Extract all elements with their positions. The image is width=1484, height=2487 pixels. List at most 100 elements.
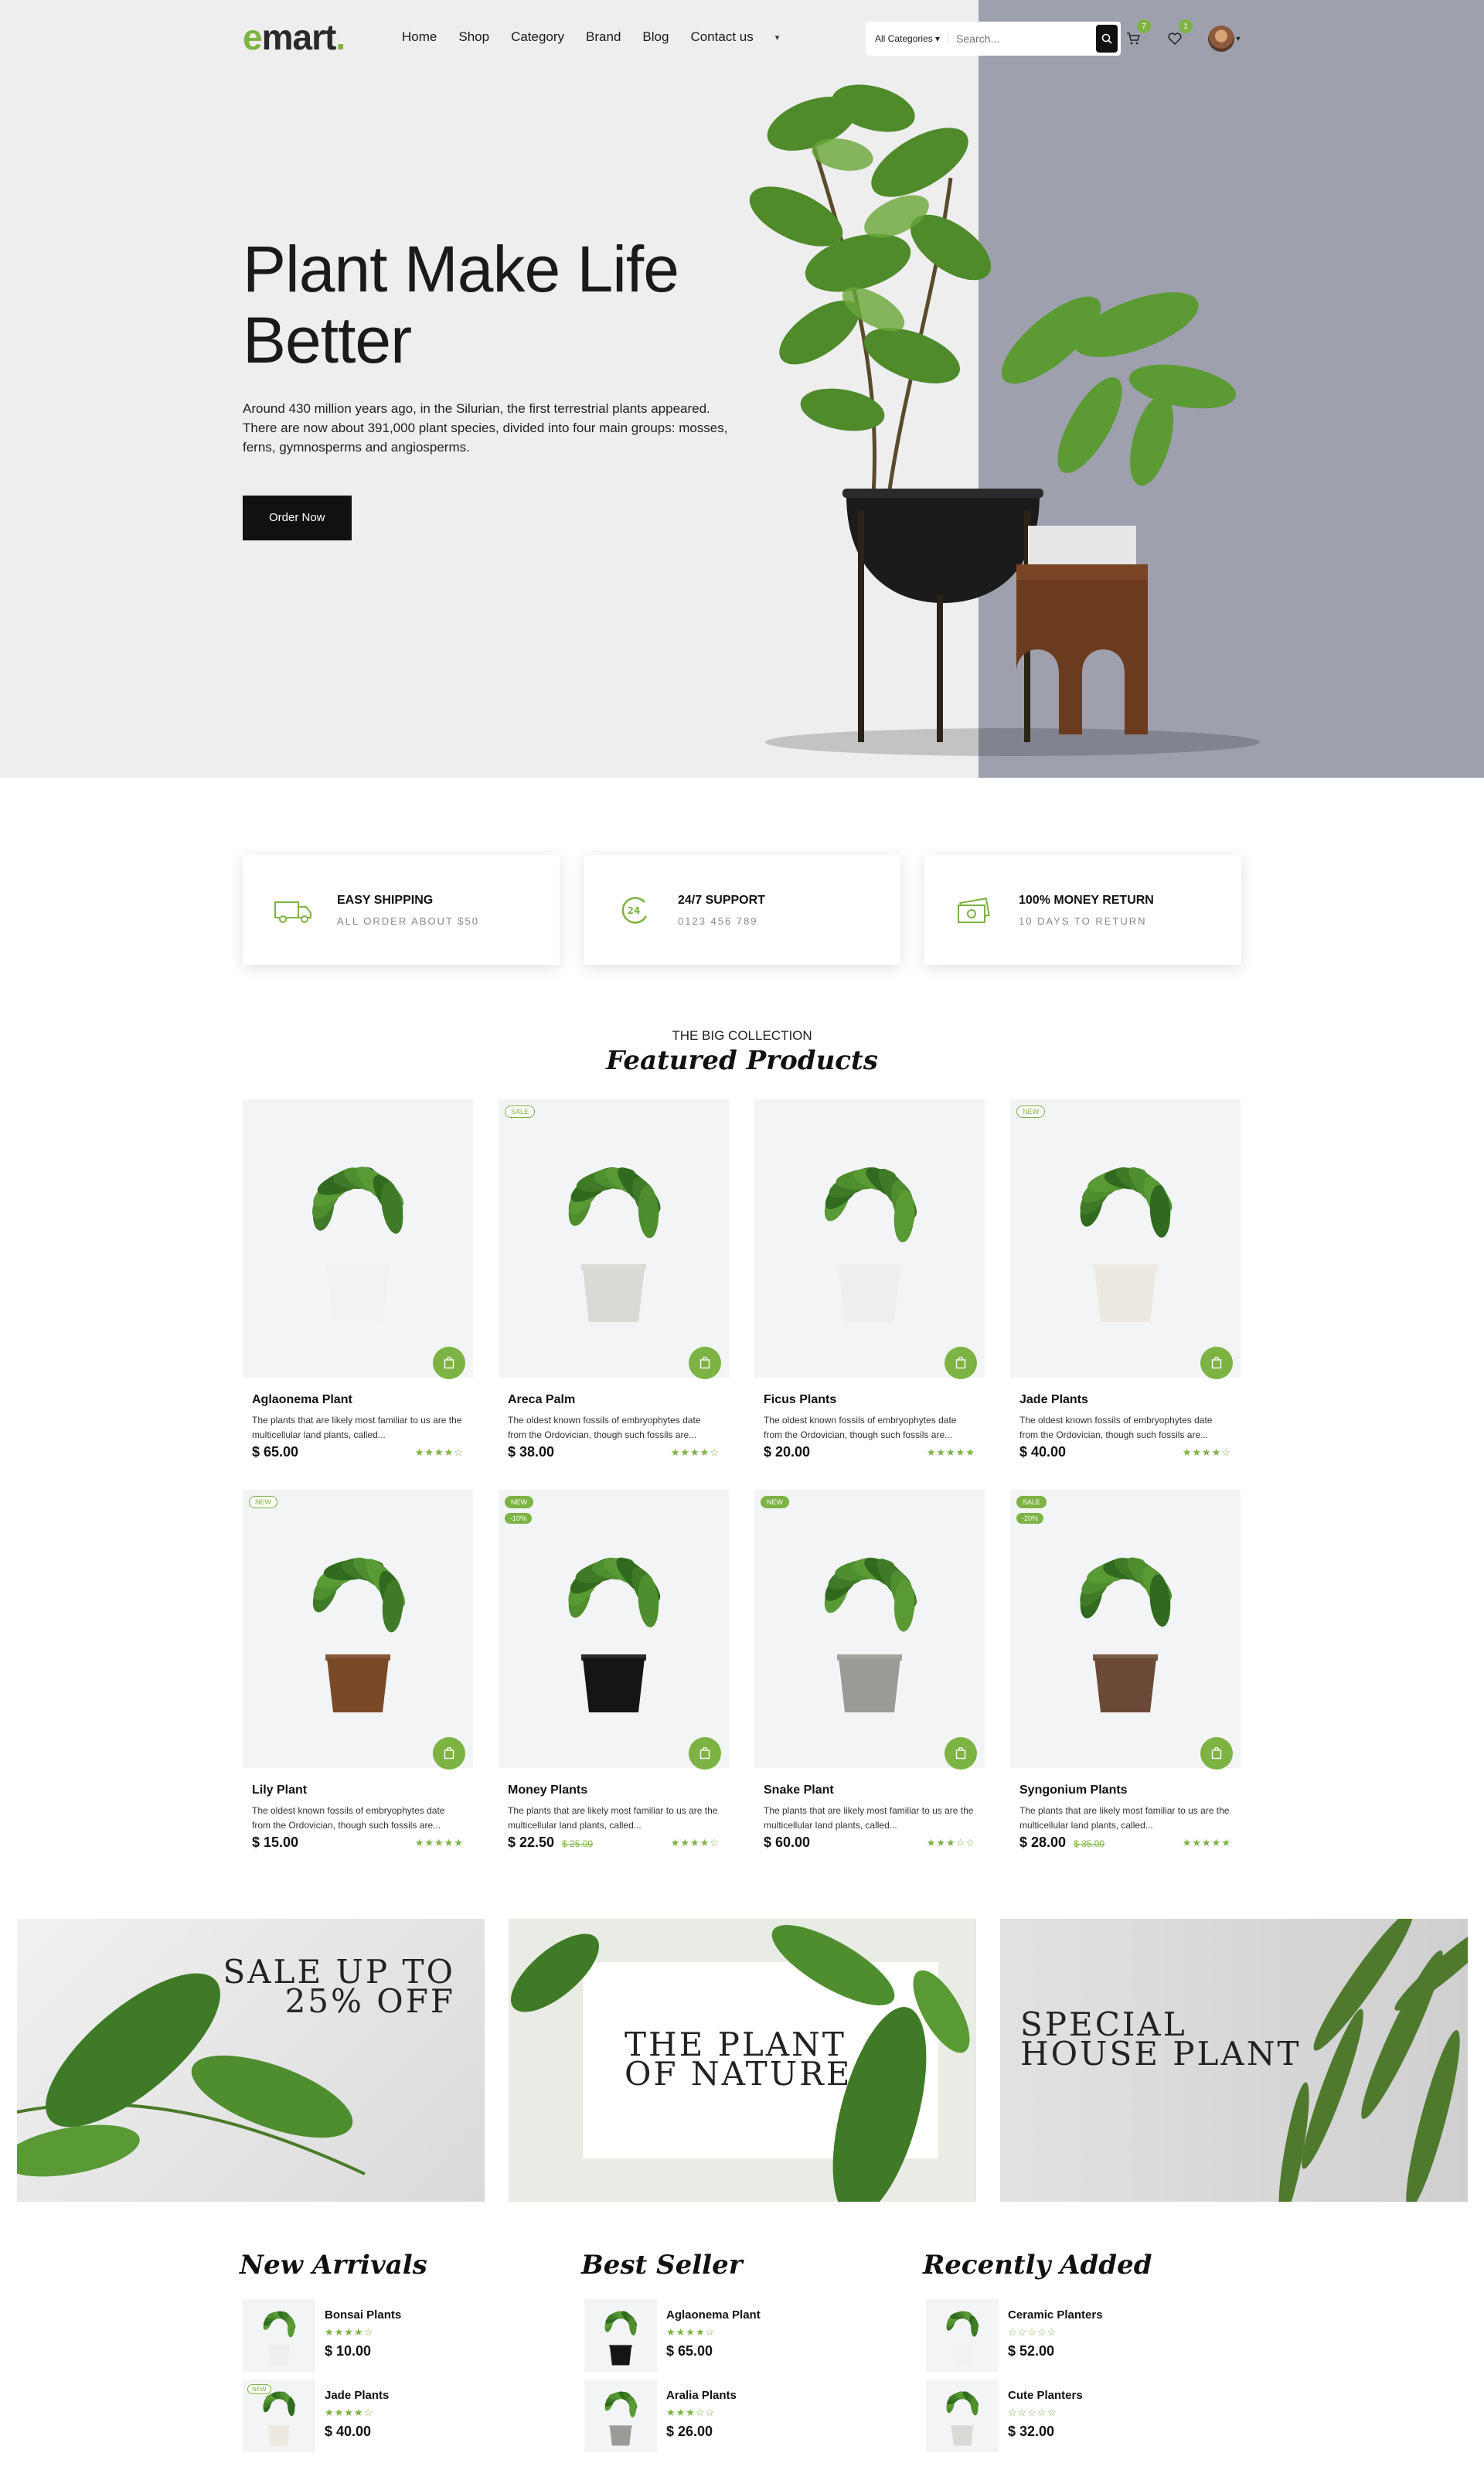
- rating-stars: ★★★★☆: [666, 2326, 716, 2338]
- list-item[interactable]: Ceramic Planters ☆☆☆☆☆ $ 52.00: [926, 2299, 1268, 2380]
- product-image[interactable]: NEW: [754, 1490, 985, 1770]
- nav-home[interactable]: Home: [402, 29, 437, 45]
- add-to-cart-button[interactable]: [945, 1737, 977, 1770]
- list-item-name[interactable]: Jade Plants: [325, 2389, 389, 2402]
- product-name[interactable]: Jade Plants: [1019, 1393, 1231, 1407]
- list-item[interactable]: Cute Planters ☆☆☆☆☆ $ 32.00: [926, 2380, 1268, 2460]
- wishlist-button[interactable]: 1: [1163, 19, 1193, 50]
- list-item-name[interactable]: Ceramic Planters: [1008, 2308, 1103, 2322]
- feature-support: 24 24/7 SUPPORT 0123 456 789: [584, 855, 900, 965]
- add-to-cart-button[interactable]: [433, 1737, 465, 1770]
- hero-plants-image: [749, 84, 1260, 756]
- product-image[interactable]: NEW: [243, 1490, 473, 1770]
- feature-subtitle: ALL ORDER ABOUT $50: [337, 915, 479, 927]
- product-image[interactable]: SALE: [499, 1099, 729, 1379]
- nav-blog[interactable]: Blog: [642, 29, 669, 45]
- banner-nature[interactable]: The plant of Nature: [509, 1919, 976, 2202]
- product-image[interactable]: NEW: [1010, 1099, 1241, 1379]
- list-item[interactable]: Aralia Plants ★★★☆☆ $ 26.00: [584, 2380, 926, 2460]
- product-card[interactable]: NEW Snake Plant The plants that are like…: [754, 1490, 985, 1880]
- nav-shop[interactable]: Shop: [458, 29, 489, 45]
- product-price: $ 15.00: [252, 1835, 298, 1851]
- plant-image: [252, 2301, 306, 2371]
- rating-stars: ★★★☆☆: [666, 2407, 716, 2418]
- product-name[interactable]: Aglaonema Plant: [252, 1393, 464, 1407]
- rating-stars: ★★★★★: [414, 1836, 464, 1848]
- search-button[interactable]: [1096, 25, 1118, 53]
- product-name[interactable]: Money Plants: [508, 1783, 720, 1797]
- banner-sale-text: Sale up to 25% Off: [223, 1956, 455, 2018]
- nav-brand[interactable]: Brand: [586, 29, 621, 45]
- nav-contact[interactable]: Contact us: [690, 29, 753, 45]
- list-item-thumb[interactable]: [584, 2299, 657, 2372]
- product-card[interactable]: Aglaonema Plant The plants that are like…: [243, 1099, 473, 1490]
- product-image[interactable]: NEW -10%: [499, 1490, 729, 1770]
- product-name[interactable]: Areca Palm: [508, 1393, 720, 1407]
- featured-title: Featured Products: [606, 1045, 878, 1076]
- product-image[interactable]: [243, 1099, 473, 1379]
- list-item-name[interactable]: Bonsai Plants: [325, 2308, 401, 2322]
- list-item[interactable]: Aglaonema Plant ★★★★☆ $ 65.00: [584, 2299, 926, 2380]
- banner-house-plant[interactable]: Special House Plant: [1000, 1919, 1468, 2202]
- add-to-cart-button[interactable]: [1200, 1737, 1233, 1770]
- product-name[interactable]: Lily Plant: [252, 1783, 464, 1797]
- product-lists: New Arrivals Bonsai Plants ★★★★☆ $ 10.00…: [240, 2250, 1268, 2460]
- list-item-name[interactable]: Cute Planters: [1008, 2389, 1083, 2402]
- add-to-cart-button[interactable]: [689, 1737, 721, 1770]
- feature-subtitle: 10 DAYS TO RETURN: [1019, 915, 1147, 927]
- nav-more-dropdown-icon[interactable]: ▾: [775, 32, 780, 43]
- add-to-cart-button[interactable]: [689, 1347, 721, 1379]
- search-category-label: All Categories: [875, 33, 933, 44]
- list-item-name[interactable]: Aglaonema Plant: [666, 2308, 761, 2322]
- list-item-thumb[interactable]: [926, 2380, 999, 2452]
- cart-button[interactable]: 7: [1122, 19, 1151, 50]
- product-price: $ 22.50 $ 25.00: [508, 1835, 593, 1851]
- rating-stars: ★★★★☆: [670, 1446, 720, 1458]
- plant-image: [1048, 1527, 1203, 1732]
- search-input[interactable]: [956, 32, 1097, 45]
- product-card[interactable]: SALE Areca Palm The oldest known fossils…: [499, 1099, 729, 1490]
- product-card[interactable]: NEW Jade Plants The oldest known fossils…: [1010, 1099, 1241, 1490]
- product-price: $ 38.00: [508, 1444, 554, 1460]
- product-price-row: $ 20.00 ★★★★★: [764, 1444, 975, 1460]
- banner-nature-text: The plant of Nature: [625, 2029, 852, 2090]
- list-item-name[interactable]: Aralia Plants: [666, 2389, 737, 2402]
- banner-house-text: Special House Plant: [1020, 2008, 1302, 2073]
- product-image[interactable]: SALE -20%: [1010, 1490, 1241, 1770]
- list-item[interactable]: Bonsai Plants ★★★★☆ $ 10.00: [243, 2299, 584, 2380]
- bag-icon: [955, 1747, 966, 1760]
- nav-category[interactable]: Category: [511, 29, 564, 45]
- list-item-thumb[interactable]: [584, 2380, 657, 2452]
- banner-line2: House Plant: [1020, 2035, 1302, 2073]
- rating-stars: ☆☆☆☆☆: [1008, 2326, 1057, 2338]
- hero-section: e mart. Home Shop Category Brand Blog Con…: [0, 0, 1484, 778]
- product-info: Snake Plant The plants that are likely m…: [754, 1768, 985, 1851]
- order-now-button[interactable]: Order Now: [243, 496, 352, 540]
- support-24-icon: 24: [613, 889, 655, 931]
- add-to-cart-button[interactable]: [1200, 1347, 1233, 1379]
- add-to-cart-button[interactable]: [945, 1347, 977, 1379]
- search-category-select[interactable]: All Categories ▾: [875, 33, 949, 44]
- add-to-cart-button[interactable]: [433, 1347, 465, 1379]
- product-card[interactable]: NEW -10% Money Plants The plants that ar…: [499, 1490, 729, 1880]
- bag-icon: [699, 1357, 710, 1369]
- product-price-row: $ 22.50 $ 25.00 ★★★★☆: [508, 1835, 720, 1851]
- product-card[interactable]: NEW Lily Plant The oldest known fossils …: [243, 1490, 473, 1880]
- feature-title: 100% MONEY RETURN: [1019, 893, 1154, 907]
- plant-image: [536, 1527, 691, 1732]
- list-item-thumb[interactable]: [926, 2299, 999, 2372]
- user-menu[interactable]: ▾: [1205, 26, 1244, 52]
- feature-title: 24/7 SUPPORT: [678, 893, 765, 907]
- list-item-thumb[interactable]: [243, 2299, 315, 2372]
- logo[interactable]: e mart.: [243, 16, 402, 58]
- list-item[interactable]: NEW Jade Plants ★★★★☆ $ 40.00: [243, 2380, 584, 2460]
- list-item-thumb[interactable]: NEW: [243, 2380, 315, 2452]
- product-card[interactable]: Ficus Plants The oldest known fossils of…: [754, 1099, 985, 1490]
- product-name[interactable]: Ficus Plants: [764, 1393, 975, 1407]
- price-current: $ 40.00: [1019, 1444, 1067, 1460]
- product-image[interactable]: [754, 1099, 985, 1379]
- product-name[interactable]: Syngonium Plants: [1019, 1783, 1231, 1797]
- product-name[interactable]: Snake Plant: [764, 1783, 975, 1797]
- banner-sale[interactable]: Sale up to 25% Off: [17, 1919, 485, 2202]
- product-card[interactable]: SALE -20% Syngonium Plants The plants th…: [1010, 1490, 1241, 1880]
